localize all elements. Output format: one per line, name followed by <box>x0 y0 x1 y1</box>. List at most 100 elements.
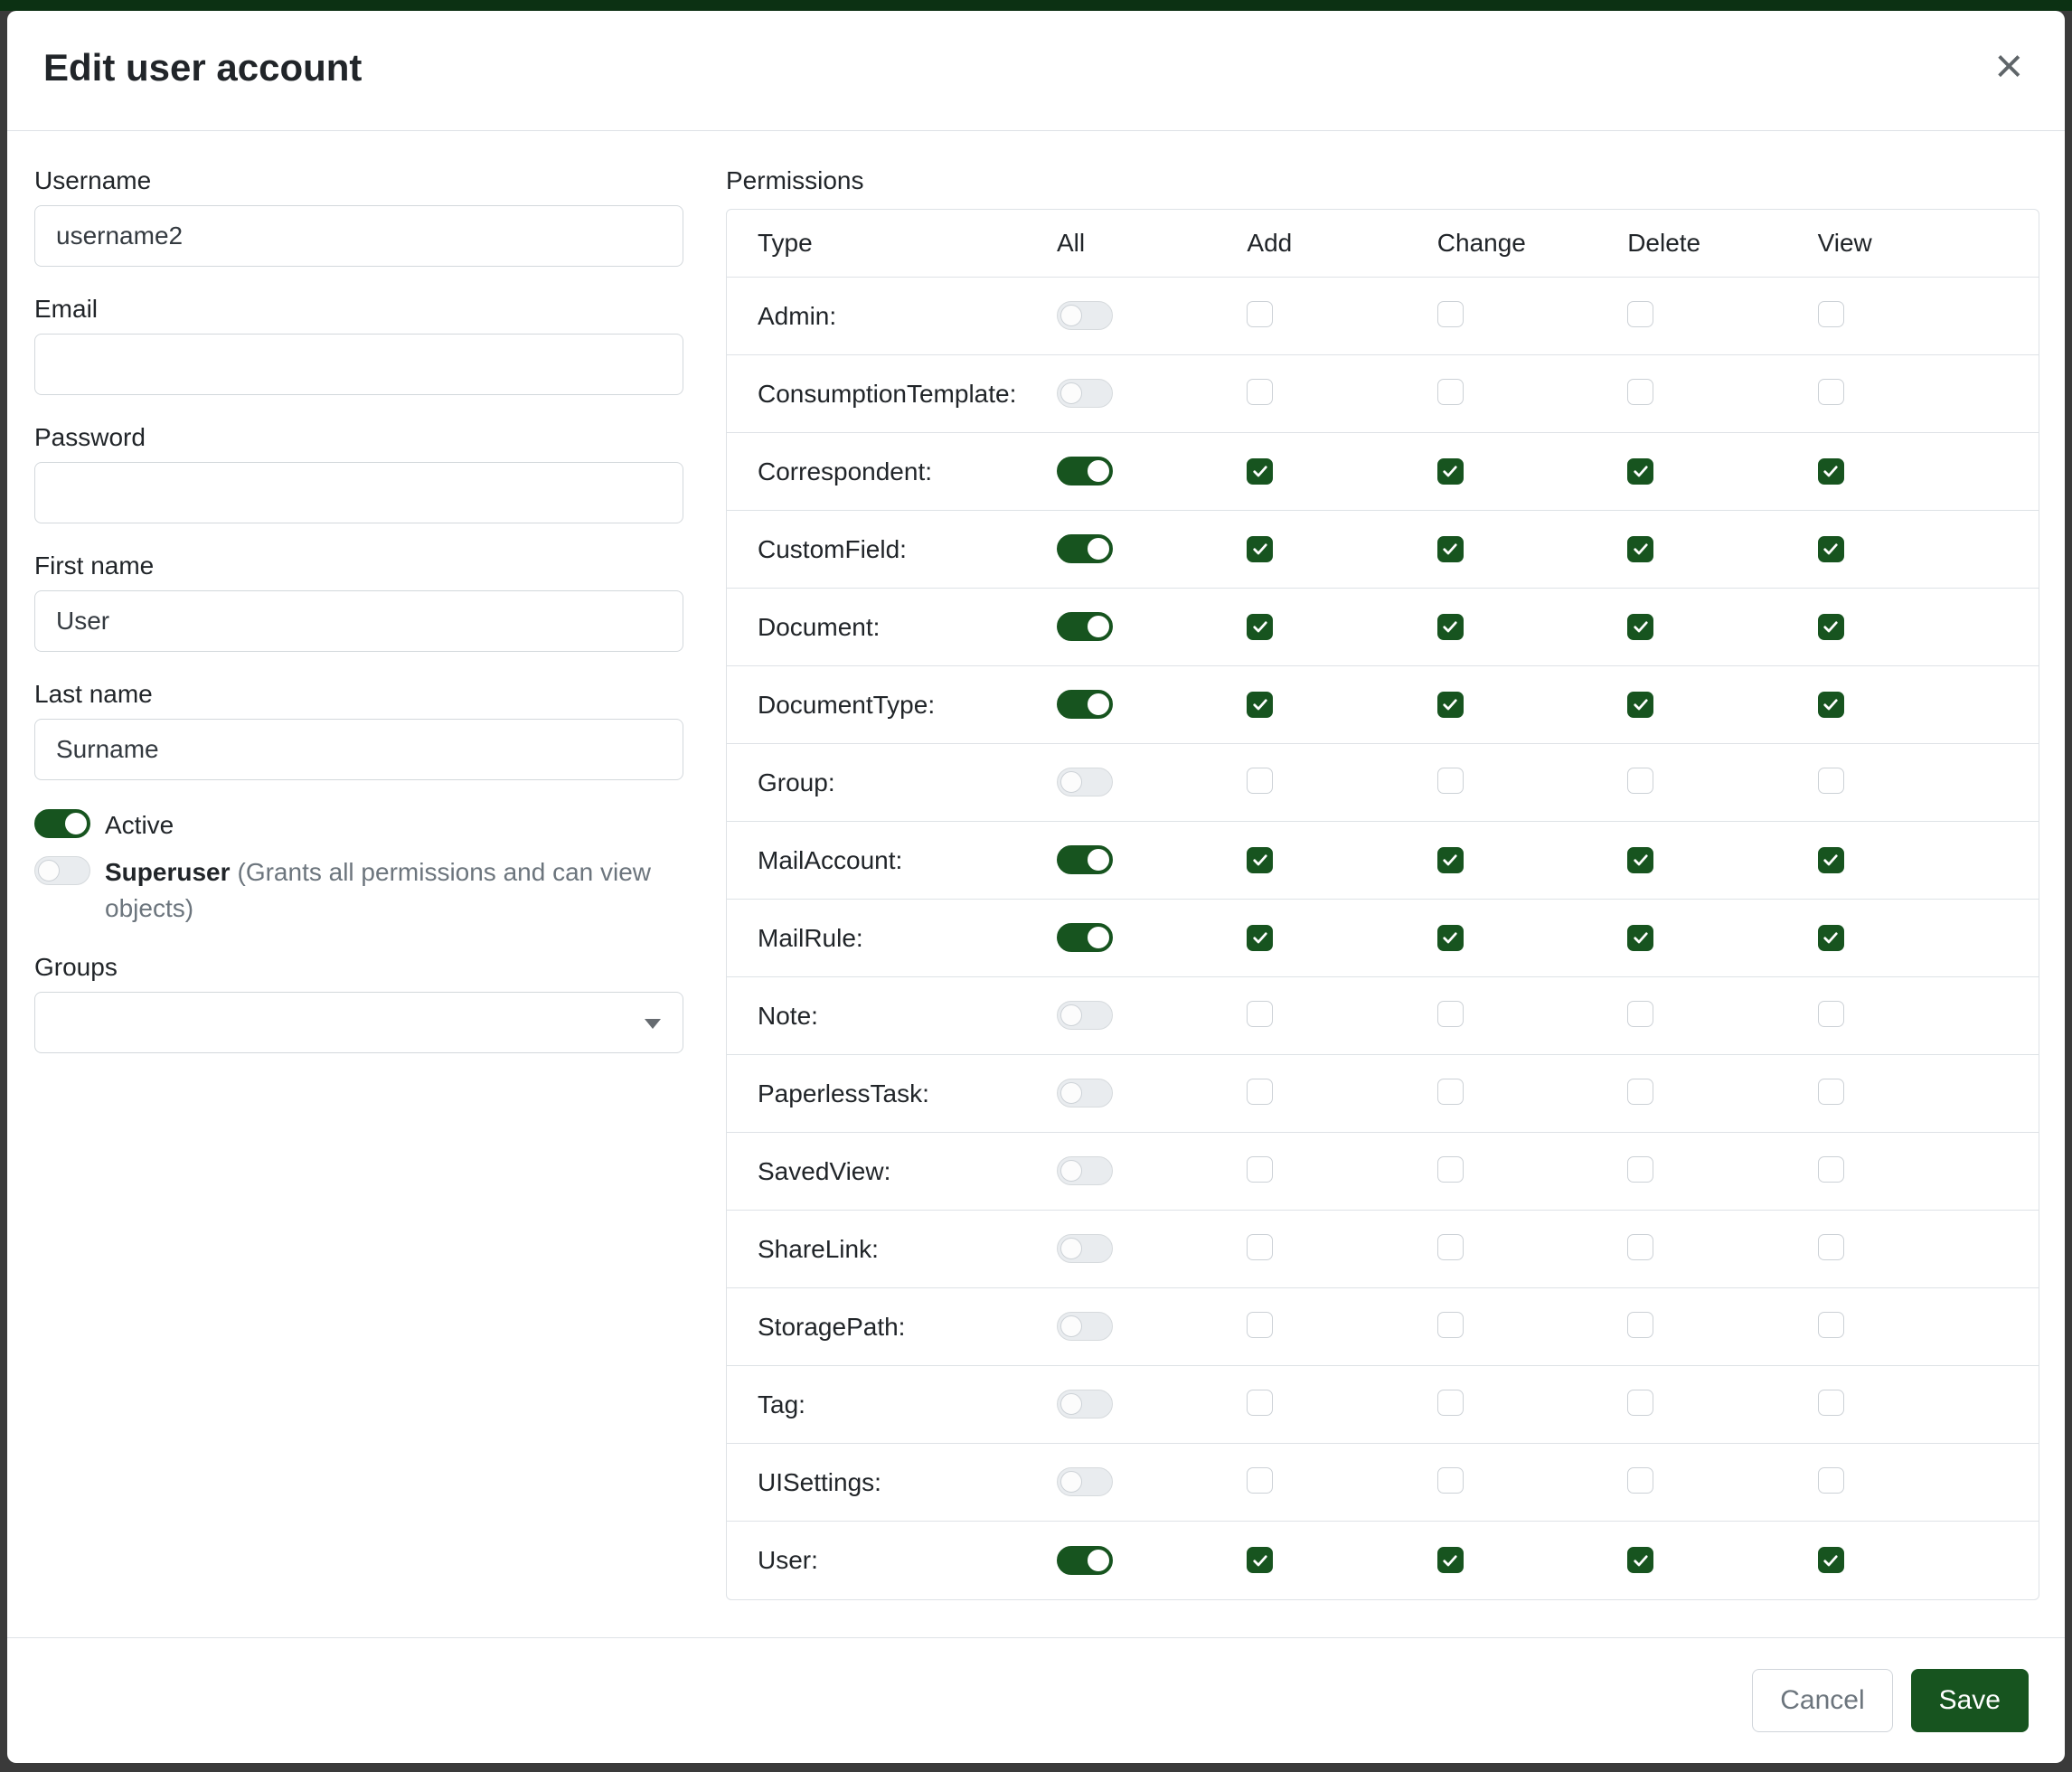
permission-add-checkbox[interactable] <box>1247 768 1273 794</box>
permission-add-checkbox[interactable] <box>1247 1079 1273 1105</box>
permission-delete-checkbox[interactable] <box>1627 1001 1653 1027</box>
permission-delete-checkbox[interactable] <box>1627 1079 1653 1105</box>
permission-delete-checkbox[interactable] <box>1627 1234 1653 1260</box>
password-field[interactable] <box>34 462 683 523</box>
permission-view-checkbox[interactable] <box>1818 847 1844 873</box>
permission-all-toggle[interactable] <box>1057 923 1113 952</box>
last-name-field[interactable] <box>34 719 683 780</box>
permission-delete-checkbox[interactable] <box>1627 692 1653 718</box>
permission-view-checkbox[interactable] <box>1818 301 1844 327</box>
permission-delete-checkbox[interactable] <box>1627 1156 1653 1183</box>
permission-view-checkbox[interactable] <box>1818 692 1844 718</box>
permission-change-checkbox[interactable] <box>1437 925 1464 951</box>
permission-change-checkbox[interactable] <box>1437 1312 1464 1338</box>
permission-change-checkbox[interactable] <box>1437 1234 1464 1260</box>
permission-delete-checkbox[interactable] <box>1627 768 1653 794</box>
permission-add-checkbox[interactable] <box>1247 1001 1273 1027</box>
permission-all-toggle[interactable] <box>1057 1001 1113 1030</box>
email-field[interactable] <box>34 334 683 395</box>
permission-view-checkbox[interactable] <box>1818 1001 1844 1027</box>
permission-delete-checkbox[interactable] <box>1627 1467 1653 1494</box>
permission-all-toggle[interactable] <box>1057 845 1113 874</box>
permission-change-checkbox[interactable] <box>1437 379 1464 405</box>
permission-change-checkbox[interactable] <box>1437 1390 1464 1416</box>
permission-all-toggle[interactable] <box>1057 612 1113 641</box>
permission-delete-checkbox[interactable] <box>1627 1312 1653 1338</box>
permission-delete-checkbox[interactable] <box>1627 301 1653 327</box>
permission-add-checkbox[interactable] <box>1247 536 1273 562</box>
permission-add-checkbox[interactable] <box>1247 925 1273 951</box>
permission-change-checkbox[interactable] <box>1437 301 1464 327</box>
permission-add-checkbox[interactable] <box>1247 692 1273 718</box>
check-icon <box>1441 540 1459 558</box>
permission-all-toggle[interactable] <box>1057 1390 1113 1419</box>
permission-view-checkbox[interactable] <box>1818 458 1844 485</box>
permission-view-checkbox[interactable] <box>1818 1312 1844 1338</box>
permission-change-checkbox[interactable] <box>1437 614 1464 640</box>
permission-add-checkbox[interactable] <box>1247 301 1273 327</box>
permission-add-checkbox[interactable] <box>1247 458 1273 485</box>
superuser-label-block: Superuser(Grants all permissions and can… <box>105 854 683 927</box>
permission-view-checkbox[interactable] <box>1818 768 1844 794</box>
permission-view-checkbox[interactable] <box>1818 1156 1844 1183</box>
permission-view-checkbox[interactable] <box>1818 1234 1844 1260</box>
permission-all-toggle[interactable] <box>1057 1234 1113 1263</box>
permission-change-checkbox[interactable] <box>1437 458 1464 485</box>
permission-view-checkbox[interactable] <box>1818 1547 1844 1573</box>
permission-change-checkbox[interactable] <box>1437 847 1464 873</box>
permission-delete-checkbox[interactable] <box>1627 379 1653 405</box>
username-input[interactable] <box>34 205 683 267</box>
superuser-toggle[interactable] <box>34 856 90 885</box>
permission-delete-checkbox[interactable] <box>1627 458 1653 485</box>
permission-view-checkbox[interactable] <box>1818 614 1844 640</box>
permission-add-checkbox[interactable] <box>1247 1390 1273 1416</box>
permission-all-toggle[interactable] <box>1057 1467 1113 1496</box>
cancel-button[interactable]: Cancel <box>1752 1669 1892 1732</box>
permission-all-toggle[interactable] <box>1057 1156 1113 1185</box>
permission-change-checkbox[interactable] <box>1437 1156 1464 1183</box>
permission-add-checkbox[interactable] <box>1247 1547 1273 1573</box>
check-icon <box>1441 462 1459 480</box>
permission-delete-checkbox[interactable] <box>1627 1390 1653 1416</box>
permission-change-checkbox[interactable] <box>1437 768 1464 794</box>
permission-delete-checkbox[interactable] <box>1627 614 1653 640</box>
permission-change-checkbox[interactable] <box>1437 1079 1464 1105</box>
permission-view-checkbox[interactable] <box>1818 379 1844 405</box>
groups-select[interactable] <box>34 992 683 1053</box>
permission-add-checkbox[interactable] <box>1247 1312 1273 1338</box>
permission-all-toggle[interactable] <box>1057 379 1113 408</box>
permission-change-checkbox[interactable] <box>1437 1547 1464 1573</box>
permission-add-checkbox[interactable] <box>1247 847 1273 873</box>
permission-change-checkbox[interactable] <box>1437 1467 1464 1494</box>
permission-delete-checkbox[interactable] <box>1627 925 1653 951</box>
permission-view-checkbox[interactable] <box>1818 1079 1844 1105</box>
first-name-field[interactable] <box>34 590 683 652</box>
save-button[interactable]: Save <box>1911 1669 2029 1732</box>
close-icon[interactable]: × <box>1994 47 2023 86</box>
permission-view-checkbox[interactable] <box>1818 1390 1844 1416</box>
permission-add-checkbox[interactable] <box>1247 1467 1273 1494</box>
permission-view-checkbox[interactable] <box>1818 925 1844 951</box>
permission-view-checkbox[interactable] <box>1818 536 1844 562</box>
active-toggle[interactable] <box>34 809 90 838</box>
permission-change-checkbox[interactable] <box>1437 536 1464 562</box>
permission-add-checkbox[interactable] <box>1247 1156 1273 1183</box>
permission-view-checkbox[interactable] <box>1818 1467 1844 1494</box>
permission-type-label: MailAccount: <box>758 846 1057 875</box>
permission-all-toggle[interactable] <box>1057 1079 1113 1108</box>
permission-all-toggle[interactable] <box>1057 1546 1113 1575</box>
permission-all-toggle[interactable] <box>1057 768 1113 796</box>
permission-all-toggle[interactable] <box>1057 301 1113 330</box>
permission-add-checkbox[interactable] <box>1247 379 1273 405</box>
permission-all-toggle[interactable] <box>1057 690 1113 719</box>
permission-change-checkbox[interactable] <box>1437 692 1464 718</box>
permission-add-checkbox[interactable] <box>1247 1234 1273 1260</box>
permission-all-toggle[interactable] <box>1057 1312 1113 1341</box>
permission-delete-checkbox[interactable] <box>1627 536 1653 562</box>
permission-delete-checkbox[interactable] <box>1627 847 1653 873</box>
permission-add-checkbox[interactable] <box>1247 614 1273 640</box>
permission-all-toggle[interactable] <box>1057 457 1113 485</box>
permission-change-checkbox[interactable] <box>1437 1001 1464 1027</box>
permission-all-toggle[interactable] <box>1057 534 1113 563</box>
permission-delete-checkbox[interactable] <box>1627 1547 1653 1573</box>
